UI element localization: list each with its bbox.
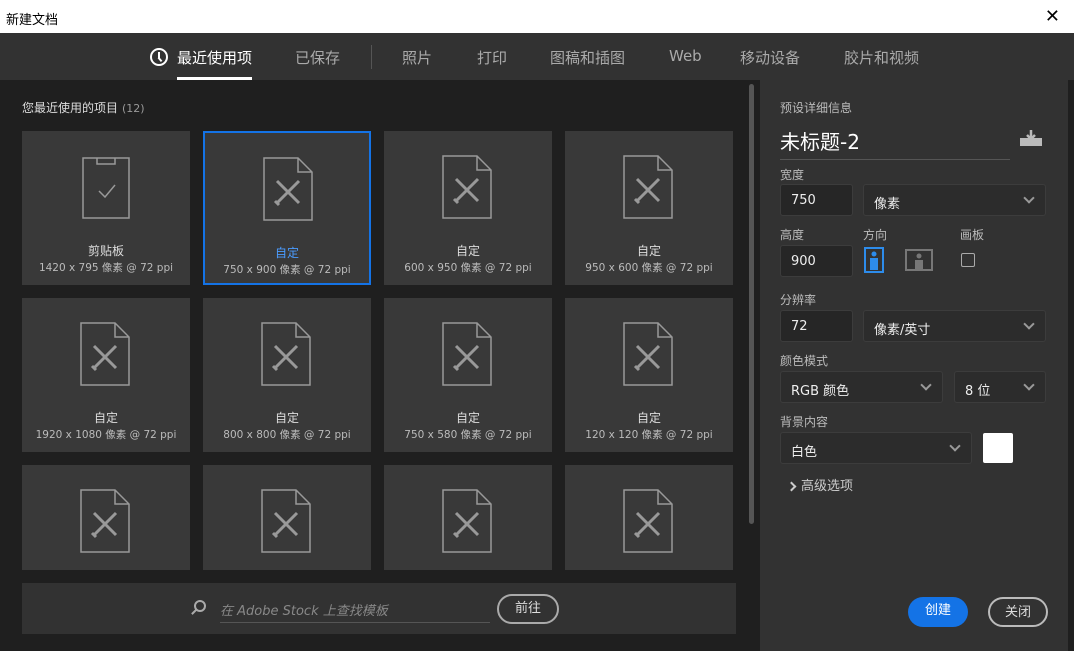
document-ruler-pencil-icon	[623, 489, 673, 553]
clipboard-icon	[81, 155, 131, 219]
document-ruler-pencil-icon	[80, 489, 130, 553]
title-bar: 新建文档 ✕	[0, 0, 1074, 33]
orientation-label: 方向	[863, 226, 887, 243]
stock-search-bar: 在 Adobe Stock 上查找模板 前往	[22, 583, 736, 634]
resolution-input[interactable]: 72	[780, 310, 853, 342]
color-mode-label: 颜色模式	[780, 352, 828, 369]
scrollbar[interactable]	[749, 84, 754, 524]
preset-name: 自定	[384, 242, 552, 259]
chevron-down-icon	[949, 440, 960, 451]
artboard-checkbox[interactable]	[961, 253, 975, 267]
preset-name: 自定	[22, 409, 190, 426]
artboard-label: 画板	[960, 226, 984, 243]
background-color-swatch[interactable]	[983, 433, 1013, 463]
preset-card[interactable]: 自定750 x 900 像素 @ 72 ppi	[203, 131, 371, 285]
resolution-label: 分辨率	[780, 291, 816, 308]
document-ruler-pencil-icon	[263, 157, 313, 221]
preset-card[interactable]: 自定1920 x 1080 像素 @ 72 ppi	[22, 298, 190, 452]
document-ruler-pencil-icon	[442, 155, 492, 219]
recent-heading: 您最近使用的项目 (12)	[22, 99, 145, 116]
go-button[interactable]: 前往	[497, 594, 559, 624]
preset-card[interactable]: 自定950 x 600 像素 @ 72 ppi	[565, 131, 733, 285]
document-ruler-pencil-icon	[261, 322, 311, 386]
preset-size: 1920 x 1080 像素 @ 72 ppi	[22, 427, 190, 442]
window-title: 新建文档	[6, 13, 58, 28]
stock-search-input[interactable]: 在 Adobe Stock 上查找模板	[220, 597, 490, 623]
preset-card[interactable]: 自定800 x 800 像素 @ 72 ppi	[203, 298, 371, 452]
close-icon[interactable]: ✕	[1045, 6, 1060, 27]
create-button[interactable]: 创建	[908, 597, 968, 627]
search-icon	[194, 600, 206, 612]
tab-recent[interactable]: 最近使用项	[177, 47, 252, 68]
unit-value: 像素	[874, 197, 900, 212]
preset-size: 750 x 580 像素 @ 72 ppi	[384, 427, 552, 442]
tab-mobile[interactable]: 移动设备	[740, 47, 800, 68]
document-ruler-pencil-icon	[261, 489, 311, 553]
portrait-icon[interactable]	[864, 247, 884, 273]
background-select[interactable]: 白色	[780, 432, 972, 464]
preset-details-panel: 预设详细信息 未标题-2 宽度 750 像素 高度 方向 画板 900 分辨率 …	[760, 80, 1068, 651]
recent-heading-text: 您最近使用的项目	[22, 101, 118, 115]
preset-name: 自定	[384, 409, 552, 426]
document-ruler-pencil-icon	[442, 322, 492, 386]
preset-name: 自定	[203, 409, 371, 426]
advanced-options-label: 高级选项	[801, 479, 853, 494]
chevron-down-icon	[1023, 192, 1034, 203]
color-mode-select[interactable]: RGB 颜色	[780, 371, 943, 403]
preset-size: 950 x 600 像素 @ 72 ppi	[565, 260, 733, 275]
height-label: 高度	[780, 226, 804, 243]
preset-size: 750 x 900 像素 @ 72 ppi	[205, 262, 369, 277]
category-tabs: 最近使用项 已保存 照片 打印 图稿和插图 Web 移动设备 胶片和视频	[0, 33, 1074, 80]
document-ruler-pencil-icon	[80, 322, 130, 386]
tab-print[interactable]: 打印	[477, 47, 507, 68]
preset-card[interactable]: 自定750 x 580 像素 @ 72 ppi	[384, 298, 552, 452]
bit-depth-select[interactable]: 8 位	[954, 371, 1046, 403]
height-input[interactable]: 900	[780, 245, 853, 277]
document-name-input[interactable]: 未标题-2	[780, 126, 1010, 160]
preset-name: 自定	[205, 244, 369, 261]
background-label: 背景内容	[780, 413, 828, 430]
save-preset-icon[interactable]	[1020, 130, 1042, 146]
tab-photo[interactable]: 照片	[402, 47, 432, 68]
landscape-icon[interactable]	[905, 249, 933, 271]
background-value: 白色	[791, 445, 817, 460]
document-ruler-pencil-icon	[623, 155, 673, 219]
chevron-down-icon	[1023, 379, 1034, 390]
document-ruler-pencil-icon	[623, 322, 673, 386]
preset-size: 120 x 120 像素 @ 72 ppi	[565, 427, 733, 442]
preset-size: 600 x 950 像素 @ 72 ppi	[384, 260, 552, 275]
color-mode-value: RGB 颜色	[791, 384, 849, 399]
tab-art[interactable]: 图稿和插图	[550, 47, 625, 68]
details-heading: 预设详细信息	[780, 99, 852, 116]
resolution-unit-value: 像素/英寸	[874, 323, 930, 338]
close-button[interactable]: 关闭	[988, 597, 1048, 627]
preset-name: 自定	[565, 242, 733, 259]
resolution-unit-select[interactable]: 像素/英寸	[863, 310, 1046, 342]
preset-size: 800 x 800 像素 @ 72 ppi	[203, 427, 371, 442]
bit-depth-value: 8 位	[965, 384, 990, 399]
document-ruler-pencil-icon	[442, 489, 492, 553]
tab-saved[interactable]: 已保存	[295, 47, 340, 68]
advanced-options-toggle[interactable]: 高级选项	[788, 475, 853, 494]
width-input[interactable]: 750	[780, 184, 853, 216]
width-label: 宽度	[780, 166, 804, 183]
tab-divider	[371, 45, 372, 69]
clock-icon	[150, 48, 168, 66]
chevron-down-icon	[920, 379, 931, 390]
preset-name: 自定	[565, 409, 733, 426]
tab-web[interactable]: Web	[669, 47, 702, 65]
preset-card[interactable]: 剪贴板1420 x 795 像素 @ 72 ppi	[22, 131, 190, 285]
recent-count: (12)	[122, 102, 145, 115]
preset-size: 1420 x 795 像素 @ 72 ppi	[22, 260, 190, 275]
preset-name: 剪贴板	[22, 242, 190, 259]
chevron-right-icon	[787, 482, 797, 492]
preset-card[interactable]: 自定600 x 950 像素 @ 72 ppi	[384, 131, 552, 285]
preset-card[interactable]: 自定120 x 120 像素 @ 72 ppi	[565, 298, 733, 452]
chevron-down-icon	[1023, 318, 1034, 329]
tab-film[interactable]: 胶片和视频	[844, 47, 919, 68]
unit-select[interactable]: 像素	[863, 184, 1046, 216]
